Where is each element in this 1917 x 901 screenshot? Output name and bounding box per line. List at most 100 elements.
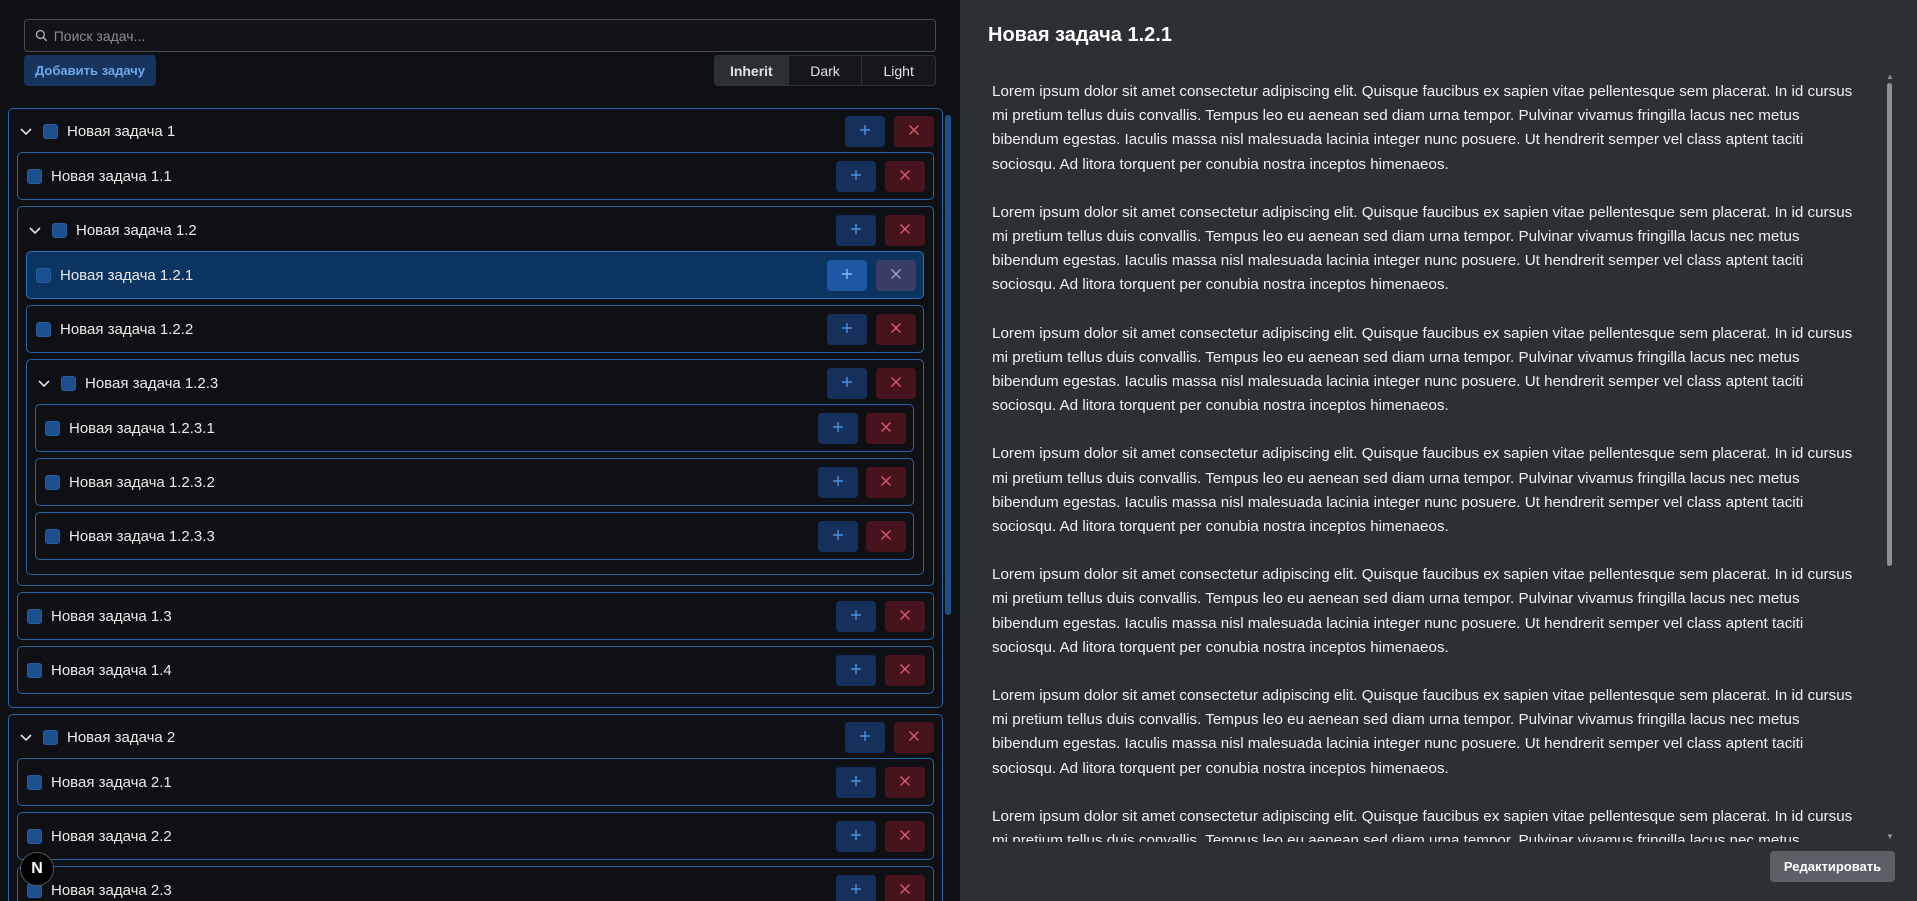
task-checkbox[interactable]: [27, 608, 42, 624]
task-label: Новая задача 2.1: [51, 773, 172, 791]
chevron-down-icon[interactable]: [17, 122, 35, 140]
add-subtask-button[interactable]: [836, 601, 876, 632]
task-row-1-2-1[interactable]: Новая задача 1.2.1: [36, 255, 193, 295]
task-row-1-2-3-2[interactable]: Новая задача 1.2.3.2: [45, 462, 215, 502]
task-checkbox[interactable]: [36, 267, 51, 283]
dev-badge[interactable]: N: [20, 852, 54, 886]
task-row-1-4[interactable]: Новая задача 1.4: [27, 650, 172, 690]
scroll-down-icon[interactable]: ▼: [1886, 832, 1894, 841]
delete-task-button[interactable]: [885, 655, 925, 686]
task-checkbox[interactable]: [45, 420, 60, 436]
detail-body: Lorem ipsum dolor sit amet consectetur a…: [992, 80, 1862, 842]
add-subtask-button[interactable]: [818, 467, 858, 498]
plus-icon: [841, 321, 853, 339]
task-checkbox[interactable]: [45, 528, 60, 544]
close-icon: [899, 662, 911, 680]
task-checkbox[interactable]: [52, 222, 67, 238]
plus-icon: [841, 267, 853, 285]
task-checkbox[interactable]: [27, 168, 42, 184]
detail-paragraph: Lorem ipsum dolor sit amet consectetur a…: [992, 203, 1853, 294]
close-icon: [880, 420, 892, 438]
task-checkbox[interactable]: [45, 474, 60, 490]
task-row-2-1[interactable]: Новая задача 2.1: [27, 762, 172, 802]
delete-task-button[interactable]: [885, 767, 925, 798]
add-subtask-button[interactable]: [827, 368, 867, 399]
tree-scrollbar[interactable]: [945, 115, 951, 615]
task-label: Новая задача 1.2.3: [85, 374, 219, 392]
task-row-1-1[interactable]: Новая задача 1.1: [27, 156, 172, 196]
task-label: Новая задача 1.3: [51, 607, 172, 625]
task-checkbox[interactable]: [43, 123, 58, 139]
task-row-1-2-2[interactable]: Новая задача 1.2.2: [36, 309, 193, 349]
add-subtask-button[interactable]: [836, 161, 876, 192]
task-tree-panel: Добавить задачу Inherit Dark Light: [0, 0, 960, 901]
delete-task-button[interactable]: [885, 875, 925, 901]
plus-icon: [850, 774, 862, 792]
task-row-2-2[interactable]: Новая задача 2.2: [27, 816, 172, 856]
add-subtask-button[interactable]: [836, 655, 876, 686]
task-checkbox[interactable]: [27, 828, 42, 844]
delete-task-button[interactable]: [894, 116, 934, 147]
task-tree: Новая задача 1 Новая задача 1.1 Новая за…: [0, 0, 944, 901]
add-subtask-button[interactable]: [818, 413, 858, 444]
add-subtask-button[interactable]: [836, 821, 876, 852]
task-checkbox[interactable]: [43, 729, 58, 745]
delete-task-button[interactable]: [866, 413, 906, 444]
add-subtask-button[interactable]: [845, 722, 885, 753]
edit-button[interactable]: Редактировать: [1770, 851, 1895, 882]
close-icon: [899, 168, 911, 186]
delete-task-button[interactable]: [885, 215, 925, 246]
task-detail-panel: Новая задача 1.2.1 Lorem ipsum dolor sit…: [960, 0, 1917, 901]
task-checkbox[interactable]: [27, 774, 42, 790]
task-checkbox[interactable]: [36, 321, 51, 337]
task-label: Новая задача 1.2.3.3: [69, 527, 215, 545]
delete-task-button[interactable]: [876, 314, 916, 345]
close-icon: [899, 828, 911, 846]
plus-icon: [850, 662, 862, 680]
task-row-1[interactable]: Новая задача 1: [17, 111, 175, 151]
add-subtask-button[interactable]: [836, 767, 876, 798]
close-icon: [899, 774, 911, 792]
delete-task-button[interactable]: [876, 260, 916, 291]
add-subtask-button[interactable]: [836, 875, 876, 901]
delete-task-button[interactable]: [866, 467, 906, 498]
task-label: Новая задача 1.2.3.2: [69, 473, 215, 491]
task-label: Новая задача 2: [67, 728, 176, 746]
chevron-down-icon[interactable]: [35, 374, 53, 392]
delete-task-button[interactable]: [885, 821, 925, 852]
close-icon: [880, 474, 892, 492]
detail-scrollbar-thumb[interactable]: [1887, 83, 1892, 566]
close-icon: [880, 528, 892, 546]
add-subtask-button[interactable]: [845, 116, 885, 147]
plus-icon: [850, 828, 862, 846]
chevron-down-icon[interactable]: [26, 221, 44, 239]
delete-task-button[interactable]: [866, 521, 906, 552]
task-row-1-2-3[interactable]: Новая задача 1.2.3: [35, 363, 218, 403]
chevron-down-icon[interactable]: [17, 728, 35, 746]
add-subtask-button[interactable]: [827, 314, 867, 345]
task-label: Новая задача 2.2: [51, 827, 172, 845]
close-icon: [899, 222, 911, 240]
plus-icon: [850, 608, 862, 626]
delete-task-button[interactable]: [894, 722, 934, 753]
task-row-1-2[interactable]: Новая задача 1.2: [26, 210, 197, 250]
delete-task-button[interactable]: [885, 161, 925, 192]
scroll-up-icon[interactable]: ▲: [1886, 72, 1894, 81]
task-label: Новая задача 1.2.2: [60, 320, 194, 338]
plus-icon: [832, 420, 844, 438]
task-checkbox[interactable]: [27, 662, 42, 678]
add-subtask-button[interactable]: [836, 215, 876, 246]
detail-paragraph: Lorem ipsum dolor sit amet consectetur a…: [992, 807, 1853, 842]
task-row-2[interactable]: Новая задача 2: [17, 717, 175, 757]
add-subtask-button[interactable]: [827, 260, 867, 291]
badge-label: N: [31, 860, 43, 877]
task-row-1-2-3-3[interactable]: Новая задача 1.2.3.3: [45, 516, 215, 556]
task-row-1-2-3-1[interactable]: Новая задача 1.2.3.1: [45, 408, 215, 448]
task-checkbox[interactable]: [61, 375, 76, 391]
task-row-1-3[interactable]: Новая задача 1.3: [27, 596, 172, 636]
plus-icon: [832, 474, 844, 492]
delete-task-button[interactable]: [876, 368, 916, 399]
delete-task-button[interactable]: [885, 601, 925, 632]
add-subtask-button[interactable]: [818, 521, 858, 552]
task-label: Новая задача 1.2.1: [60, 266, 194, 284]
